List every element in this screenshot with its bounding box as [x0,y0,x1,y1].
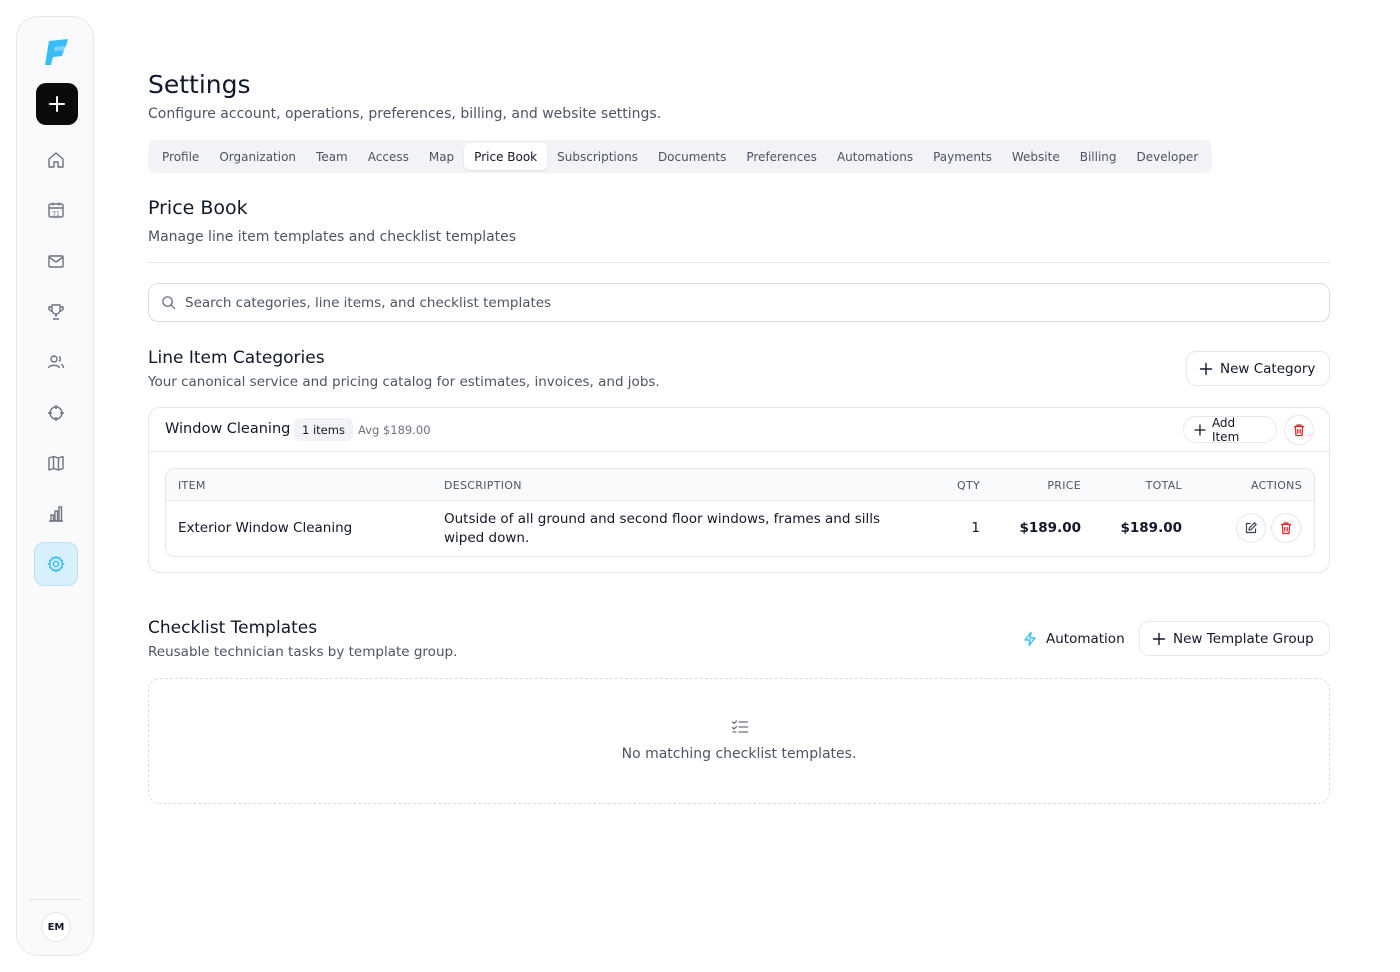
empty-state-text: No matching checklist templates. [621,746,857,762]
tab-price-book[interactable]: Price Book [464,143,548,170]
row-total: $189.00 [1120,520,1183,536]
delete-category-button[interactable] [1284,415,1314,445]
category-name: Window Cleaning [165,421,291,437]
lightning-icon [1024,631,1036,646]
automation-button[interactable]: Automation [1022,621,1125,656]
items-count-badge: 1 items [294,418,353,441]
plus-icon [1152,632,1166,645]
row-description-line1: Outside of all ground and second floor w… [444,511,881,527]
nav-map[interactable] [34,441,78,485]
search-icon [162,296,176,310]
target-icon [48,405,64,421]
add-item-label: Add Item [1211,415,1240,444]
page-title: Settings [148,70,251,99]
trash-icon [1281,522,1291,535]
header-qty: QTY [957,479,980,492]
tab-website[interactable]: Website [1002,143,1070,170]
search-input[interactable] [185,294,1285,311]
new-template-group-label: New Template Group [1173,630,1314,647]
plus-icon [49,96,65,112]
delete-item-button[interactable] [1271,513,1301,543]
plus-icon [1194,423,1206,436]
map-icon [48,455,64,471]
nav-calendar[interactable]: 31 [34,188,78,232]
nav-users[interactable] [34,340,78,384]
nav-home[interactable] [34,138,78,182]
line-items-table: ITEM DESCRIPTION QTY PRICE TOTAL ACTIONS… [165,468,1315,557]
tab-map[interactable]: Map [419,143,464,170]
nav-target[interactable] [34,391,78,435]
tab-payments[interactable]: Payments [923,143,1002,170]
divider [148,262,1330,263]
nav-mail[interactable] [34,239,78,283]
line-item-categories-title: Line Item Categories [148,348,325,368]
price-book-title: Price Book [148,197,248,219]
calendar-icon: 31 [48,202,64,218]
sidebar: 31 EM [16,16,94,956]
category-card: Window Cleaning 1 items Avg $189.00 Add … [148,407,1330,573]
tab-documents[interactable]: Documents [648,143,736,170]
tab-organization[interactable]: Organization [209,143,306,170]
row-item-name: Exterior Window Cleaning [178,520,353,536]
checklist-icon [731,720,749,733]
header-actions: ACTIONS [1251,479,1302,492]
tab-team[interactable]: Team [306,143,358,170]
trophy-icon [48,304,64,320]
tab-profile[interactable]: Profile [152,143,209,170]
search-box[interactable] [148,283,1330,322]
automation-label: Automation [1046,630,1125,647]
tab-subscriptions[interactable]: Subscriptions [547,143,648,170]
svg-text:31: 31 [52,210,60,217]
nav-trophy[interactable] [34,290,78,334]
row-description: Outside of all ground and second floor w… [444,510,880,548]
tab-developer[interactable]: Developer [1127,143,1209,170]
table-header: ITEM DESCRIPTION QTY PRICE TOTAL ACTIONS [166,469,1314,501]
user-avatar[interactable]: EM [41,912,71,942]
edit-icon [1245,522,1257,534]
empty-state: No matching checklist templates. [148,678,1330,804]
mail-icon [48,255,64,268]
header-description: DESCRIPTION [444,479,522,492]
header-item: ITEM [178,479,206,492]
edit-item-button[interactable] [1236,513,1266,543]
plus-icon [1199,362,1213,375]
page-subtitle: Configure account, operations, preferenc… [148,106,662,122]
new-category-button[interactable]: New Category [1186,351,1330,386]
category-header[interactable]: Window Cleaning 1 items Avg $189.00 Add … [149,408,1329,452]
add-item-button[interactable]: Add Item [1183,415,1277,444]
nav-reports[interactable] [34,492,78,536]
price-book-subtitle: Manage line item templates and checklist… [148,229,517,245]
tab-billing[interactable]: Billing [1070,143,1127,170]
settings-icon [47,555,65,573]
tab-automations[interactable]: Automations [827,143,923,170]
nav-settings[interactable] [34,542,78,586]
checklist-templates-title: Checklist Templates [148,618,318,638]
chart-icon [49,506,63,522]
sidebar-divider [29,899,81,900]
new-template-group-button[interactable]: New Template Group [1139,621,1330,656]
home-icon [48,152,64,168]
row-qty: 1 [971,520,980,536]
new-category-label: New Category [1220,360,1316,377]
tab-preferences[interactable]: Preferences [736,143,827,170]
category-average: Avg $189.00 [358,423,431,437]
row-description-line2: wiped down. [444,530,530,546]
header-total: TOTAL [1145,479,1182,492]
checklist-templates-subtitle: Reusable technician tasks by template gr… [148,644,458,660]
header-price: PRICE [1047,479,1081,492]
users-icon [47,355,65,369]
logo-icon[interactable] [41,37,71,67]
create-new-button[interactable] [36,83,78,125]
line-item-categories-subtitle: Your canonical service and pricing catal… [148,374,660,390]
row-price: $189.00 [1019,520,1082,536]
tab-access[interactable]: Access [358,143,419,170]
settings-tabs: Profile Organization Team Access Map Price Bo… [148,140,1213,173]
trash-icon [1294,424,1304,437]
